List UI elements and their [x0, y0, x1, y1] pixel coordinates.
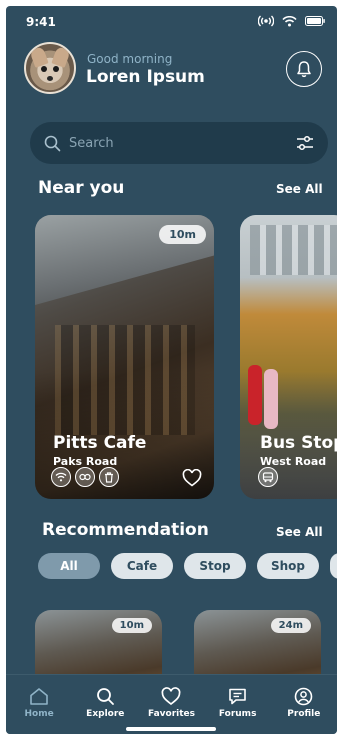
- trash-icon: [99, 467, 119, 487]
- user-name: Loren Ipsum: [86, 67, 205, 87]
- search-input[interactable]: Search: [69, 136, 296, 151]
- recommendation-title: Recommendation: [42, 520, 209, 540]
- amenity-icons: [51, 467, 119, 487]
- nav-label: Forums: [218, 709, 257, 719]
- battery-icon: [305, 16, 325, 26]
- nav-label: Profile: [287, 709, 321, 719]
- notifications-button[interactable]: [286, 51, 322, 87]
- nav-item-explore[interactable]: Explore: [77, 687, 133, 719]
- search-bar[interactable]: Search: [30, 122, 328, 164]
- parking-icon: [75, 467, 95, 487]
- status-time: 9:41: [26, 15, 56, 29]
- app-screen: 9:41 Good morning Loren Ipsum Search Nea…: [6, 6, 337, 734]
- profile-icon: [295, 687, 313, 706]
- hotspot-icon: [258, 15, 274, 27]
- near-you-see-all-link[interactable]: See All: [276, 182, 323, 196]
- avatar-nose: [47, 76, 53, 81]
- avatar[interactable]: [24, 42, 76, 94]
- nav-item-forums[interactable]: Forums: [210, 687, 266, 719]
- heart-icon: [162, 687, 181, 706]
- nav-label: Favorites: [147, 709, 195, 719]
- filter-icon[interactable]: [296, 135, 314, 151]
- avatar-ear: [29, 46, 49, 68]
- card-title: Pitts Cafe: [53, 433, 147, 453]
- bell-icon: [297, 61, 311, 78]
- nav-item-home[interactable]: Home: [11, 687, 67, 719]
- chip-stop[interactable]: Stop: [184, 553, 246, 579]
- chip-all[interactable]: All: [38, 553, 100, 579]
- status-bar: 9:41: [6, 6, 337, 36]
- nav-item-profile[interactable]: Profile: [276, 687, 332, 719]
- favorite-heart-icon[interactable]: [182, 469, 202, 487]
- category-chips: All Cafe Stop Shop: [38, 553, 337, 579]
- amenity-icons: [258, 467, 278, 487]
- place-card-pitts-cafe[interactable]: 10m Pitts Cafe Paks Road: [35, 215, 214, 499]
- bottom-navigation: Home Explore Favorites Forums Profile: [6, 674, 337, 734]
- near-you-title: Near you: [38, 178, 125, 198]
- avatar-eye: [53, 66, 59, 72]
- home-icon: [30, 688, 48, 705]
- status-icons: [258, 15, 325, 27]
- search-icon: [96, 688, 114, 705]
- wifi-icon: [51, 467, 71, 487]
- bus-icon: [258, 467, 278, 487]
- chat-icon: [229, 688, 246, 705]
- place-card-bus-stop[interactable]: Bus Stop West Road: [240, 215, 337, 499]
- recommendation-see-all-link[interactable]: See All: [276, 525, 323, 539]
- avatar-ear: [51, 46, 71, 68]
- greeting-text: Good morning: [87, 52, 173, 66]
- home-indicator: [126, 727, 216, 731]
- chip-shop[interactable]: Shop: [257, 553, 319, 579]
- chip-more[interactable]: [330, 553, 337, 579]
- wifi-status-icon: [282, 15, 297, 26]
- nav-item-favorites[interactable]: Favorites: [143, 687, 199, 719]
- card-title: Bus Stop: [260, 433, 337, 453]
- distance-badge: 24m: [270, 618, 311, 633]
- search-icon: [44, 135, 61, 151]
- avatar-eye: [41, 66, 47, 72]
- nav-label: Home: [24, 709, 54, 719]
- distance-badge: 10m: [159, 225, 206, 244]
- nav-label: Explore: [86, 709, 125, 719]
- chip-cafe[interactable]: Cafe: [111, 553, 173, 579]
- distance-badge: 10m: [111, 618, 152, 633]
